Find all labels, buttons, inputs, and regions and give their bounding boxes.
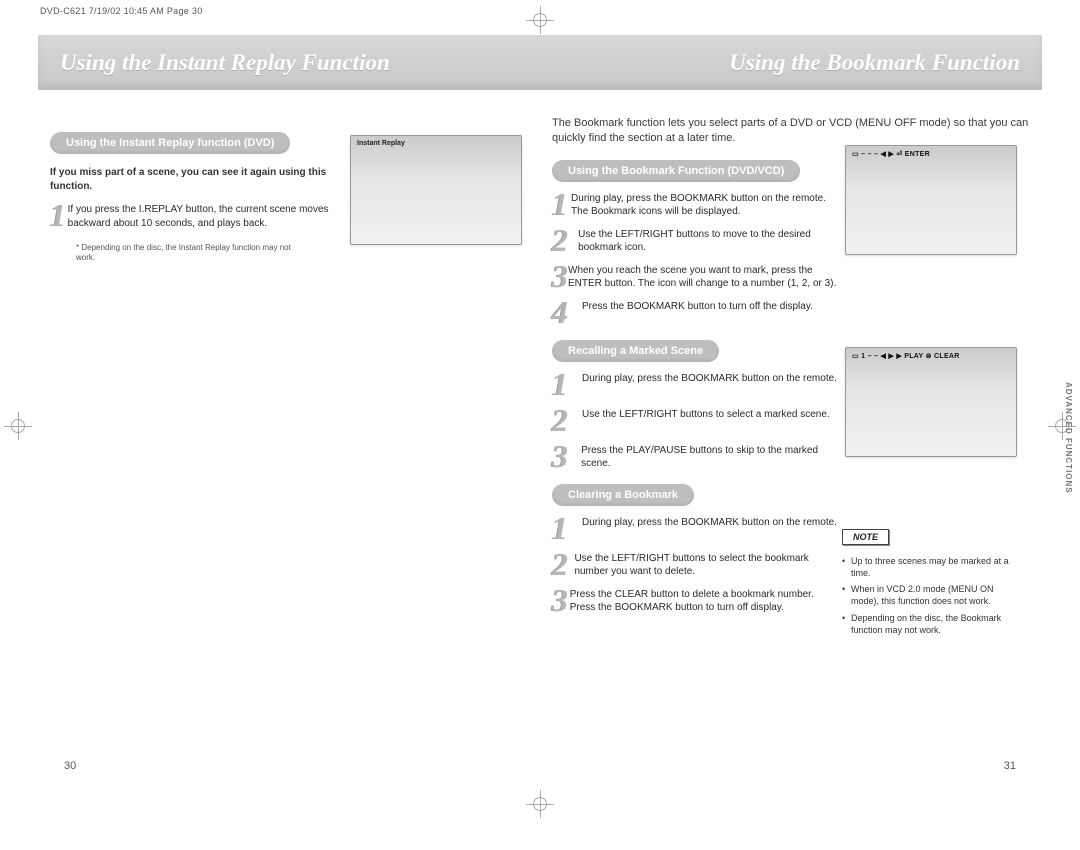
step-text: Press the BOOKMARK button to turn off th… xyxy=(582,296,813,328)
section-pill-bookmark: Using the Bookmark Function (DVD/VCD) xyxy=(552,160,800,182)
step-text: When you reach the scene you want to mar… xyxy=(568,260,842,292)
list-item: 2Use the LEFT/RIGHT buttons to select a … xyxy=(552,404,842,436)
step-text: During play, press the BOOKMARK button o… xyxy=(571,188,842,220)
list-item: 4Press the BOOKMARK button to turn off t… xyxy=(552,296,842,328)
step-number: 1 xyxy=(50,199,68,231)
list-item: 1During play, press the BOOKMARK button … xyxy=(552,368,842,400)
step-text: Use the LEFT/RIGHT buttons to select a m… xyxy=(582,404,830,436)
section-pill-recall: Recalling a Marked Scene xyxy=(552,340,719,362)
note-item: Up to three scenes may be marked at a ti… xyxy=(842,555,1022,579)
note-box: NOTE Up to three scenes may be marked at… xyxy=(842,527,1022,640)
side-section-label: ADVANCED FUNCTIONS xyxy=(1064,382,1073,494)
step-text: Use the LEFT/RIGHT buttons to move to th… xyxy=(578,224,842,256)
print-header: DVD-C621 7/19/02 10:45 AM Page 30 xyxy=(40,6,203,16)
section-pill-instant-replay: Using the Instant Replay function (DVD) xyxy=(50,132,290,154)
registration-mark xyxy=(526,6,554,34)
footnote: Depending on the disc, the Instant Repla… xyxy=(76,243,306,264)
list-item: 3Press the CLEAR button to delete a book… xyxy=(552,584,842,616)
list-item: 3When you reach the scene you want to ma… xyxy=(552,260,842,292)
step-text: During play, press the BOOKMARK button o… xyxy=(582,368,837,400)
section-intro: The Bookmark function lets you select pa… xyxy=(552,116,1030,146)
list-item: 3Press the PLAY/PAUSE buttons to skip to… xyxy=(552,440,842,472)
note-list: Up to three scenes may be marked at a ti… xyxy=(842,555,1022,636)
osd-label: Instant Replay xyxy=(357,140,405,147)
step-text: Press the PLAY/PAUSE buttons to skip to … xyxy=(581,440,842,472)
section-pill-clear: Clearing a Bookmark xyxy=(552,484,694,506)
osd-text: ▭ – – – ◀ ▶ ⏎ ENTER xyxy=(852,150,1010,158)
tv-screen-bookmark-play: ▭ 1 – – ◀ ▶ ▶ PLAY ⊗ CLEAR xyxy=(845,347,1017,457)
note-item: Depending on the disc, the Bookmark func… xyxy=(842,612,1022,636)
step-text: During play, press the BOOKMARK button o… xyxy=(582,512,837,544)
title-bar: Using the Instant Replay Function Using … xyxy=(38,35,1042,90)
registration-mark xyxy=(526,790,554,818)
list-item: 2Use the LEFT/RIGHT buttons to select th… xyxy=(552,548,842,580)
section-lead: If you miss part of a scene, you can see… xyxy=(50,166,330,193)
note-item: When in VCD 2.0 mode (MENU ON mode), thi… xyxy=(842,583,1022,607)
list-item: 2Use the LEFT/RIGHT buttons to move to t… xyxy=(552,224,842,256)
tv-screen-instant-replay: Instant Replay xyxy=(350,135,522,245)
list-item: 1During play, press the BOOKMARK button … xyxy=(552,512,842,544)
title-right: Using the Bookmark Function xyxy=(540,50,1042,76)
tv-screen-bookmark-enter: ▭ – – – ◀ ▶ ⏎ ENTER xyxy=(845,145,1017,255)
step-text: If you press the I.REPLAY button, the cu… xyxy=(68,199,340,231)
step-text: Press the CLEAR button to delete a bookm… xyxy=(570,584,842,616)
list-item: 1 If you press the I.REPLAY button, the … xyxy=(50,199,340,231)
registration-mark xyxy=(4,412,32,440)
list-item: 1During play, press the BOOKMARK button … xyxy=(552,188,842,220)
page-number-left: 30 xyxy=(64,760,76,772)
title-left: Using the Instant Replay Function xyxy=(38,50,540,76)
step-text: Use the LEFT/RIGHT buttons to select the… xyxy=(574,548,842,580)
page-number-right: 31 xyxy=(1004,760,1016,772)
note-title: NOTE xyxy=(842,529,889,545)
osd-text: ▭ 1 – – ◀ ▶ ▶ PLAY ⊗ CLEAR xyxy=(852,352,1010,360)
